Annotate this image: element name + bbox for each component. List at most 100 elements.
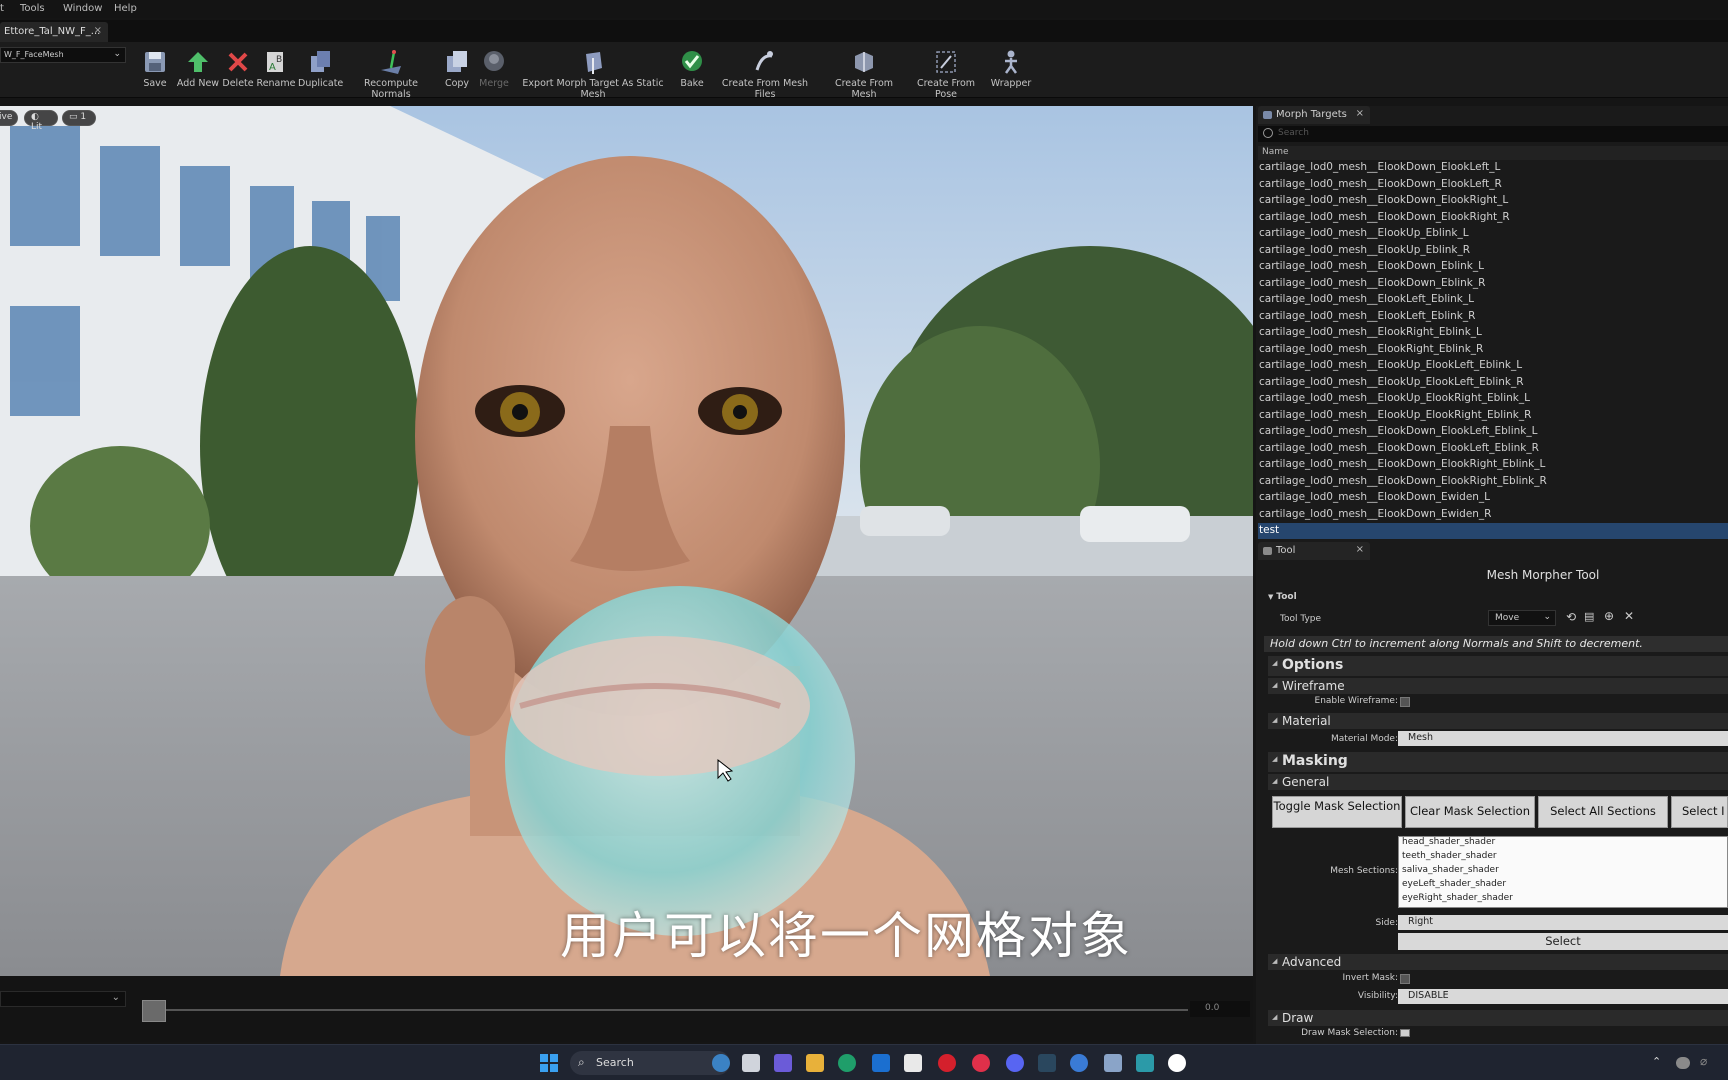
draw-header[interactable]: ◢ Draw — [1268, 1010, 1728, 1026]
wrapper-button[interactable]: Wrapper — [989, 48, 1033, 96]
task-view-icon[interactable] — [742, 1054, 760, 1072]
side-field[interactable]: Right — [1398, 915, 1728, 930]
general-header[interactable]: ◢ General — [1268, 774, 1728, 790]
duplicate-button[interactable]: Duplicate — [298, 48, 343, 96]
select-button[interactable]: Select — [1398, 933, 1728, 950]
3d-viewport[interactable]: ive ◐ Lit ▭ 1 用户可以将一个网格对象 — [0, 106, 1253, 976]
list-item[interactable]: cartilage_lod0_mesh__ElookUp_ElookLeft_E… — [1258, 358, 1728, 374]
material-mode-field[interactable]: Mesh — [1398, 731, 1728, 746]
enable-wireframe-checkbox[interactable] — [1400, 697, 1410, 707]
chevron-up-icon[interactable]: ⌃ — [1652, 1055, 1661, 1068]
save-button[interactable]: Save — [140, 48, 170, 96]
export-morph-target-button[interactable]: Export Morph Target As Static Mesh — [514, 48, 672, 100]
list-item[interactable]: eyeLeft_shader_shader — [1402, 879, 1506, 889]
timeline-value[interactable]: 0.0 — [1190, 1001, 1250, 1017]
list-item[interactable]: cartilage_lod0_mesh__ElookDown_ElookLeft… — [1258, 160, 1728, 176]
mesh-sections-list[interactable]: head_shader_shader teeth_shader_shader s… — [1398, 836, 1728, 908]
list-item[interactable]: cartilage_lod0_mesh__ElookDown_Eblink_L — [1258, 259, 1728, 275]
app-icon-3[interactable] — [1136, 1054, 1154, 1072]
opera-icon[interactable] — [938, 1054, 956, 1072]
masking-header[interactable]: ◢ Masking — [1268, 752, 1728, 772]
draw-mask-selection-checkbox[interactable] — [1400, 1029, 1410, 1037]
timeline-dropdown[interactable]: ⌄ — [0, 991, 126, 1007]
list-item[interactable]: head_shader_shader — [1402, 837, 1495, 847]
asset-selector[interactable]: W_F_FaceMesh ⌄ — [0, 47, 126, 63]
list-item[interactable]: cartilage_lod0_mesh__ElookDown_ElookRigh… — [1258, 474, 1728, 490]
select-i-button[interactable]: Select I — [1671, 796, 1728, 828]
list-item[interactable]: cartilage_lod0_mesh__ElookDown_ElookLeft… — [1258, 441, 1728, 457]
recompute-normals-button[interactable]: Recompute Normals — [344, 48, 438, 100]
unreal-engine-icon[interactable] — [1168, 1054, 1186, 1072]
invert-mask-checkbox[interactable] — [1400, 974, 1410, 984]
document-tab[interactable]: Ettore_Tal_NW_F_... × — [0, 22, 108, 42]
timeline-track[interactable] — [152, 1009, 1188, 1011]
timeline-scrubber[interactable] — [142, 1000, 166, 1022]
tool-category-header[interactable]: ▼ Tool — [1264, 590, 1728, 606]
list-item[interactable]: cartilage_lod0_mesh__ElookUp_ElookLeft_E… — [1258, 375, 1728, 391]
menu-item-window[interactable]: Window — [63, 3, 102, 14]
create-from-pose-button[interactable]: Create From Pose — [908, 48, 984, 100]
edge-icon[interactable] — [838, 1054, 856, 1072]
list-item[interactable]: cartilage_lod0_mesh__ElookUp_Eblink_R — [1258, 243, 1728, 259]
file-explorer-icon[interactable] — [806, 1054, 824, 1072]
options-header[interactable]: ◢ Options — [1268, 656, 1728, 676]
list-item[interactable]: cartilage_lod0_mesh__ElookUp_ElookRight_… — [1258, 391, 1728, 407]
list-item[interactable]: cartilage_lod0_mesh__ElookDown_Ewiden_L — [1258, 490, 1728, 506]
close-icon[interactable]: × — [1356, 544, 1364, 555]
lit-mode-pill[interactable]: ◐ Lit — [24, 110, 58, 132]
clear-mask-selection-button[interactable]: Clear Mask Selection — [1405, 796, 1535, 828]
toggle-mask-selection-button[interactable]: Toggle Mask Selection — [1272, 796, 1402, 828]
close-icon[interactable]: × — [94, 25, 102, 36]
list-item[interactable]: cartilage_lod0_mesh__ElookDown_ElookRigh… — [1258, 457, 1728, 473]
outlook-icon[interactable] — [872, 1054, 890, 1072]
list-item[interactable]: saliva_shader_shader — [1402, 865, 1499, 875]
microphone-icon[interactable]: ⌀ — [1700, 1054, 1707, 1068]
list-item[interactable]: eyeRight_shader_shader — [1402, 893, 1513, 903]
viewport-mode-pill[interactable]: ive — [0, 110, 18, 126]
reset-icon[interactable]: ⟲ — [1566, 610, 1576, 624]
list-item[interactable]: cartilage_lod0_mesh__ElookDown_Eblink_R — [1258, 276, 1728, 292]
list-item[interactable]: test — [1258, 523, 1728, 539]
tool-type-select[interactable]: Move ⌄ — [1488, 610, 1556, 626]
merge-button[interactable]: Merge — [478, 48, 510, 96]
wireframe-header[interactable]: ◢ Wireframe — [1268, 678, 1728, 694]
create-from-mesh-files-button[interactable]: Create From Mesh Files — [713, 48, 817, 100]
teams-icon[interactable] — [774, 1054, 792, 1072]
list-item[interactable]: cartilage_lod0_mesh__ElookDown_ElookLeft… — [1258, 424, 1728, 440]
material-header[interactable]: ◢ Material — [1268, 713, 1728, 729]
select-all-sections-button[interactable]: Select All Sections — [1538, 796, 1668, 828]
discord-icon[interactable] — [1006, 1054, 1024, 1072]
windows-start-icon[interactable] — [540, 1054, 558, 1072]
copy-button[interactable]: Copy — [442, 48, 472, 96]
menu-item-help[interactable]: Help — [114, 3, 137, 14]
photos-icon[interactable] — [1104, 1054, 1122, 1072]
folder-icon[interactable]: ▤ — [1584, 610, 1594, 623]
list-item[interactable]: cartilage_lod0_mesh__ElookDown_ElookRigh… — [1258, 210, 1728, 226]
tab-tool[interactable]: Tool × — [1258, 542, 1370, 560]
list-item[interactable]: cartilage_lod0_mesh__ElookUp_ElookRight_… — [1258, 408, 1728, 424]
list-item[interactable]: cartilage_lod0_mesh__ElookLeft_Eblink_R — [1258, 309, 1728, 325]
visibility-field[interactable]: DISABLE — [1398, 989, 1728, 1004]
list-item[interactable]: cartilage_lod0_mesh__ElookUp_Eblink_L — [1258, 226, 1728, 242]
search-input[interactable]: Search — [1258, 126, 1728, 142]
app-icon-2[interactable] — [1070, 1054, 1088, 1072]
tab-morph-targets[interactable]: Morph Targets × — [1258, 106, 1370, 124]
add-new-button[interactable]: Add New — [176, 48, 220, 96]
menu-item-edit[interactable]: t — [0, 3, 4, 14]
list-item[interactable]: cartilage_lod0_mesh__ElookDown_ElookRigh… — [1258, 193, 1728, 209]
onedrive-icon[interactable] — [1676, 1057, 1690, 1069]
rename-button[interactable]: AB Rename — [256, 48, 296, 96]
add-icon[interactable]: ⊕ — [1604, 609, 1614, 623]
list-item[interactable]: teeth_shader_shader — [1402, 851, 1497, 861]
delete-button[interactable]: Delete — [222, 48, 254, 96]
steam-icon[interactable] — [1038, 1054, 1056, 1072]
close-icon[interactable]: × — [1356, 108, 1364, 119]
bake-button[interactable]: Bake — [677, 48, 707, 96]
camera-pill[interactable]: ▭ 1 — [62, 110, 96, 126]
column-header-name[interactable]: Name — [1258, 146, 1728, 160]
list-item[interactable]: cartilage_lod0_mesh__ElookDown_Ewiden_R — [1258, 507, 1728, 523]
clear-icon[interactable]: ✕ — [1624, 609, 1634, 623]
list-item[interactable]: cartilage_lod0_mesh__ElookRight_Eblink_R — [1258, 342, 1728, 358]
menu-item-tools[interactable]: Tools — [20, 3, 45, 14]
list-item[interactable]: cartilage_lod0_mesh__ElookRight_Eblink_L — [1258, 325, 1728, 341]
